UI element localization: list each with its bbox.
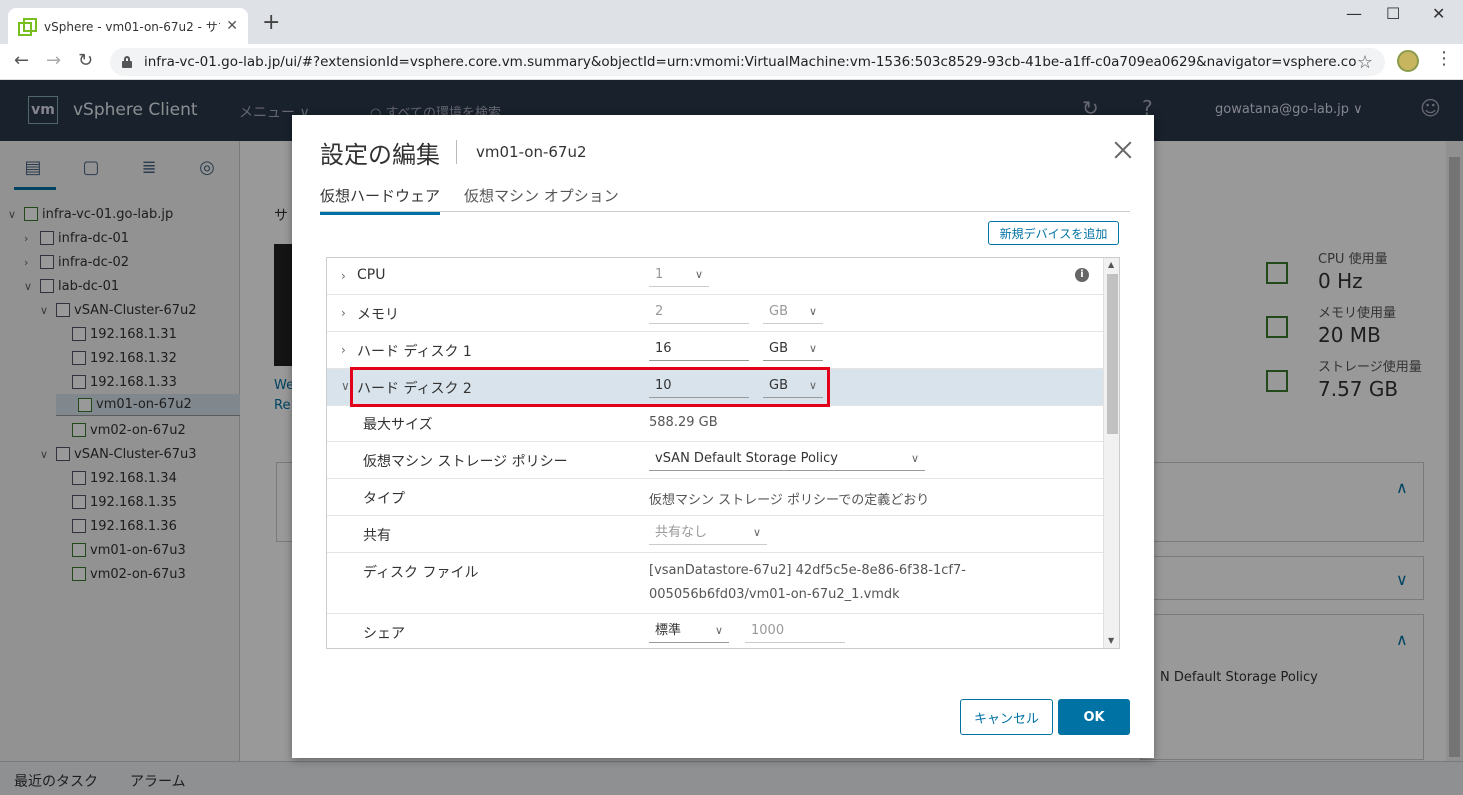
cpu-row[interactable]: › CPU 1 ∨ i [327,258,1103,295]
address-bar[interactable]: infra-vc-01.go-lab.jp/ui/#?extensionId=v… [110,48,1385,76]
dialog-title: 設定の編集 [320,141,440,169]
type-value: 仮想マシン ストレージ ポリシーでの定義どおり [649,493,930,508]
close-tab-icon[interactable]: ✕ [226,18,238,34]
storage-policy-row: 仮想マシン ストレージ ポリシー vSAN Default Storage Po… [327,442,1103,479]
sharing-row: 共有 共有なし ∨ [327,516,1103,553]
dialog-tabs: 仮想ハードウェア 仮想マシン オプション [320,183,1130,215]
tab-virtual-hardware[interactable]: 仮想ハードウェア [320,185,441,215]
ok-button[interactable]: OK [1058,699,1130,735]
cpu-label: CPU [357,267,386,283]
chevron-down-icon: ∨ [694,268,703,281]
highlight-annotation-box [350,367,830,407]
lock-icon [122,56,132,68]
expand-chevron-icon[interactable]: › [341,306,346,320]
disk-file-path-line2: 005056b6fd03/vm01-on-67u2_1.vmdk [649,587,900,602]
disk-file-path-line1: [vsanDatastore-67u2] 42df5c5e-8e86-6f38-… [649,563,966,578]
chevron-down-icon: ∨ [910,452,919,465]
add-new-device-button[interactable]: 新規デバイスを追加 [988,221,1119,245]
expand-chevron-icon[interactable]: › [341,343,346,357]
reload-icon[interactable]: ↻ [78,50,93,71]
scroll-up-icon[interactable]: ▲ [1108,260,1114,269]
back-icon[interactable]: ← [14,50,29,71]
collapse-chevron-icon[interactable]: ∨ [341,379,350,393]
grid-scrollbar-thumb[interactable] [1107,274,1118,434]
hard-disk-1-label: ハード ディスク 1 [357,344,472,360]
storage-policy-select[interactable]: vSAN Default Storage Policy ∨ [649,449,925,471]
memory-unit-select[interactable]: GB ∨ [763,302,823,324]
tab-vm-options[interactable]: 仮想マシン オプション [464,185,619,212]
browser-tab-title: vSphere - vm01-on-67u2 - サマリ [44,19,220,34]
bookmark-star-icon[interactable]: ☆ [1357,52,1373,73]
max-size-value: 588.29 GB [649,415,718,430]
grid-scrollbar[interactable]: ▲ ▼ [1103,258,1119,648]
cpu-select[interactable]: 1 ∨ [649,265,709,287]
disk-file-label: ディスク ファイル [363,565,479,581]
forward-icon[interactable]: → [46,50,61,71]
max-size-row: 最大サイズ 588.29 GB [327,406,1103,442]
type-row: タイプ 仮想マシン ストレージ ポリシーでの定義どおり [327,479,1103,516]
edit-settings-dialog: 設定の編集 vm01-on-67u2 仮想ハードウェア 仮想マシン オプション … [292,115,1154,758]
vsphere-favicon-icon [18,18,37,36]
sharing-select[interactable]: 共有なし ∨ [649,523,767,545]
memory-label: メモリ [357,307,399,323]
chevron-down-icon: ∨ [808,305,817,318]
cancel-button[interactable]: キャンセル [960,699,1053,735]
chevron-down-icon: ∨ [808,342,817,355]
shares-row: シェア 標準 ∨ 1000 [327,614,1103,648]
window-close-icon[interactable]: ✕ [1432,4,1445,23]
maximize-icon[interactable]: ☐ [1386,4,1400,23]
minimize-icon[interactable]: — [1346,4,1362,23]
disk-file-row: ディスク ファイル [vsanDatastore-67u2] 42df5c5e-… [327,553,1103,614]
chevron-down-icon: ∨ [752,526,761,539]
shares-label: シェア [363,626,405,642]
hard-disk-1-size-input[interactable]: 16 [649,339,749,361]
title-divider [456,140,457,164]
dialog-close-icon[interactable] [1112,139,1134,161]
sharing-label: 共有 [363,528,391,544]
hardware-grid: › CPU 1 ∨ i › メモリ 2 GB ∨ › ハード ディスク 1 16 G… [326,257,1120,649]
profile-avatar[interactable] [1397,50,1419,72]
new-tab-icon[interactable]: + [262,12,280,34]
expand-chevron-icon[interactable]: › [341,269,346,283]
dialog-vm-name: vm01-on-67u2 [476,143,587,161]
shares-number-input[interactable]: 1000 [745,621,845,643]
max-size-label: 最大サイズ [363,417,433,433]
browser-tab[interactable]: vSphere - vm01-on-67u2 - サマリ ✕ [8,8,248,44]
scroll-down-icon[interactable]: ▼ [1108,636,1114,645]
shares-select[interactable]: 標準 ∨ [649,621,729,643]
hard-disk-1-unit-select[interactable]: GB ∨ [763,339,823,361]
chevron-down-icon: ∨ [714,624,723,637]
memory-row[interactable]: › メモリ 2 GB ∨ [327,295,1103,332]
url-text: infra-vc-01.go-lab.jp/ui/#?extensionId=v… [144,54,1357,70]
storage-policy-label: 仮想マシン ストレージ ポリシー [363,454,568,470]
browser-menu-icon[interactable]: ⋮ [1435,48,1453,69]
type-label: タイプ [363,491,405,507]
memory-input[interactable]: 2 [649,302,749,324]
hard-disk-1-row[interactable]: › ハード ディスク 1 16 GB ∨ [327,332,1103,369]
info-icon[interactable]: i [1075,268,1089,282]
